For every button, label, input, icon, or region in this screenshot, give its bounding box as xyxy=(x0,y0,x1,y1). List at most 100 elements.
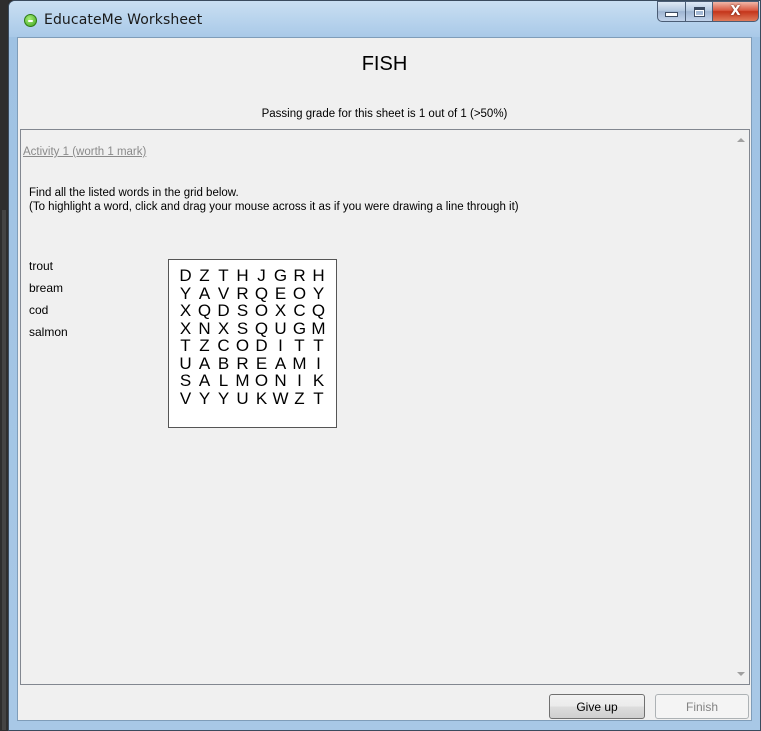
grid-cell[interactable]: H xyxy=(233,267,252,285)
grid-cell[interactable]: U xyxy=(271,320,290,338)
grid-cell[interactable]: T xyxy=(214,267,233,285)
grid-cell[interactable]: A xyxy=(195,355,214,373)
grid-cell[interactable]: O xyxy=(290,285,309,303)
instruction-hint: (To highlight a word, click and drag you… xyxy=(29,201,519,213)
caption-buttons: X xyxy=(657,1,759,22)
grid-cell[interactable]: O xyxy=(252,372,271,390)
grid-cell[interactable]: E xyxy=(271,285,290,303)
grid-cell[interactable]: B xyxy=(214,355,233,373)
grid-cell[interactable]: J xyxy=(252,267,271,285)
grid-row: VYYUKWZT xyxy=(176,390,328,408)
grid-cell[interactable]: Q xyxy=(309,302,328,320)
word-list: trout bream cod salmon xyxy=(29,259,68,347)
close-button[interactable]: X xyxy=(713,1,759,22)
grid-cell[interactable]: G xyxy=(271,267,290,285)
passing-grade-text: Passing grade for this sheet is 1 out of… xyxy=(261,108,508,120)
grid-cell[interactable]: T xyxy=(309,337,328,355)
grid-row: UABREAMI xyxy=(176,355,328,373)
instruction-text: Find all the listed words in the grid be… xyxy=(29,187,239,199)
grid-cell[interactable]: G xyxy=(290,320,309,338)
app-icon xyxy=(24,14,37,27)
grid-row: XNXSQUGM xyxy=(176,320,328,338)
grid-cell[interactable]: M xyxy=(309,320,328,338)
grid-cell[interactable]: X xyxy=(271,302,290,320)
grid-cell[interactable]: C xyxy=(214,337,233,355)
word-list-item: salmon xyxy=(29,325,68,339)
grid-cell[interactable]: L xyxy=(214,372,233,390)
grid-cell[interactable]: X xyxy=(176,302,195,320)
title-bar[interactable]: EducateMe Worksheet X xyxy=(9,1,760,37)
grid-cell[interactable]: U xyxy=(233,390,252,408)
grid-cell[interactable]: S xyxy=(233,302,252,320)
finish-button[interactable]: Finish xyxy=(655,694,749,719)
grid-cell[interactable]: I xyxy=(309,355,328,373)
grid-cell[interactable]: Z xyxy=(195,267,214,285)
grid-row: XQDSOXCQ xyxy=(176,302,328,320)
word-list-item: bream xyxy=(29,281,64,295)
grid-cell[interactable]: Y xyxy=(176,285,195,303)
grid-cell[interactable]: A xyxy=(195,285,214,303)
grid-cell[interactable]: X xyxy=(176,320,195,338)
grid-cell[interactable]: M xyxy=(290,355,309,373)
grid-row: DZTHJGRH xyxy=(176,267,328,285)
close-icon: X xyxy=(730,4,741,19)
word-list-item: cod xyxy=(29,303,49,317)
grid-cell[interactable]: D xyxy=(214,302,233,320)
grid-cell[interactable]: Z xyxy=(290,390,309,408)
give-up-button[interactable]: Give up xyxy=(549,694,645,719)
grid-cell[interactable]: M xyxy=(233,372,252,390)
grid-row: SALMONIK xyxy=(176,372,328,390)
minimize-button[interactable] xyxy=(657,1,686,22)
grid-cell[interactable]: A xyxy=(271,355,290,373)
grid-cell[interactable]: Y xyxy=(309,285,328,303)
grid-cell[interactable]: K xyxy=(252,390,271,408)
grid-cell[interactable]: C xyxy=(290,302,309,320)
grid-cell[interactable]: Q xyxy=(252,320,271,338)
grid-cell[interactable]: K xyxy=(309,372,328,390)
grid-cell[interactable]: S xyxy=(233,320,252,338)
grid-cell[interactable]: U xyxy=(176,355,195,373)
grid-cell[interactable]: R xyxy=(233,355,252,373)
grid-cell[interactable]: N xyxy=(195,320,214,338)
window-title: EducateMe Worksheet xyxy=(44,12,203,28)
grid-cell[interactable]: R xyxy=(233,285,252,303)
grid-cell[interactable]: V xyxy=(176,390,195,408)
grid-cell[interactable]: Q xyxy=(195,302,214,320)
grid-letters: DZTHJGRHYAVRQEOYXQDSOXCQXNXSQUGMTZCODITT… xyxy=(176,267,328,407)
grid-cell[interactable]: T xyxy=(176,337,195,355)
grid-cell[interactable]: O xyxy=(252,302,271,320)
grid-cell[interactable]: T xyxy=(309,390,328,408)
grid-cell[interactable]: X xyxy=(214,320,233,338)
grid-cell[interactable]: Z xyxy=(195,337,214,355)
grid-cell[interactable]: N xyxy=(271,372,290,390)
worksheet-client-area: FISH Passing grade for this sheet is 1 o… xyxy=(17,37,752,721)
activity-panel[interactable]: Activity 1 (worth 1 mark) Find all the l… xyxy=(20,129,750,685)
grid-cell[interactable]: I xyxy=(271,337,290,355)
desktop-background-strip xyxy=(0,0,8,731)
grid-cell[interactable]: T xyxy=(290,337,309,355)
grid-cell[interactable]: S xyxy=(176,372,195,390)
grid-cell[interactable]: O xyxy=(233,337,252,355)
grid-cell[interactable]: Y xyxy=(195,390,214,408)
grid-cell[interactable]: E xyxy=(252,355,271,373)
maximize-icon xyxy=(693,6,705,17)
grid-cell[interactable]: Y xyxy=(214,390,233,408)
vertical-scrollbar[interactable] xyxy=(732,130,749,684)
scroll-up-icon[interactable] xyxy=(737,138,745,142)
grid-cell[interactable]: W xyxy=(271,390,290,408)
grid-cell[interactable]: D xyxy=(176,267,195,285)
grid-row: TZCODITT xyxy=(176,337,328,355)
grid-cell[interactable]: D xyxy=(252,337,271,355)
grid-cell[interactable]: V xyxy=(214,285,233,303)
scroll-down-icon[interactable] xyxy=(737,672,745,676)
maximize-button[interactable] xyxy=(686,1,713,22)
grid-cell[interactable]: Q xyxy=(252,285,271,303)
grid-cell[interactable]: I xyxy=(290,372,309,390)
grid-cell[interactable]: H xyxy=(309,267,328,285)
grid-cell[interactable]: A xyxy=(195,372,214,390)
grid-row: YAVRQEOY xyxy=(176,285,328,303)
grid-cell[interactable]: R xyxy=(290,267,309,285)
minimize-icon xyxy=(665,12,678,17)
word-search-grid[interactable]: DZTHJGRHYAVRQEOYXQDSOXCQXNXSQUGMTZCODITT… xyxy=(168,259,337,428)
activity-link[interactable]: Activity 1 (worth 1 mark) xyxy=(23,146,146,158)
